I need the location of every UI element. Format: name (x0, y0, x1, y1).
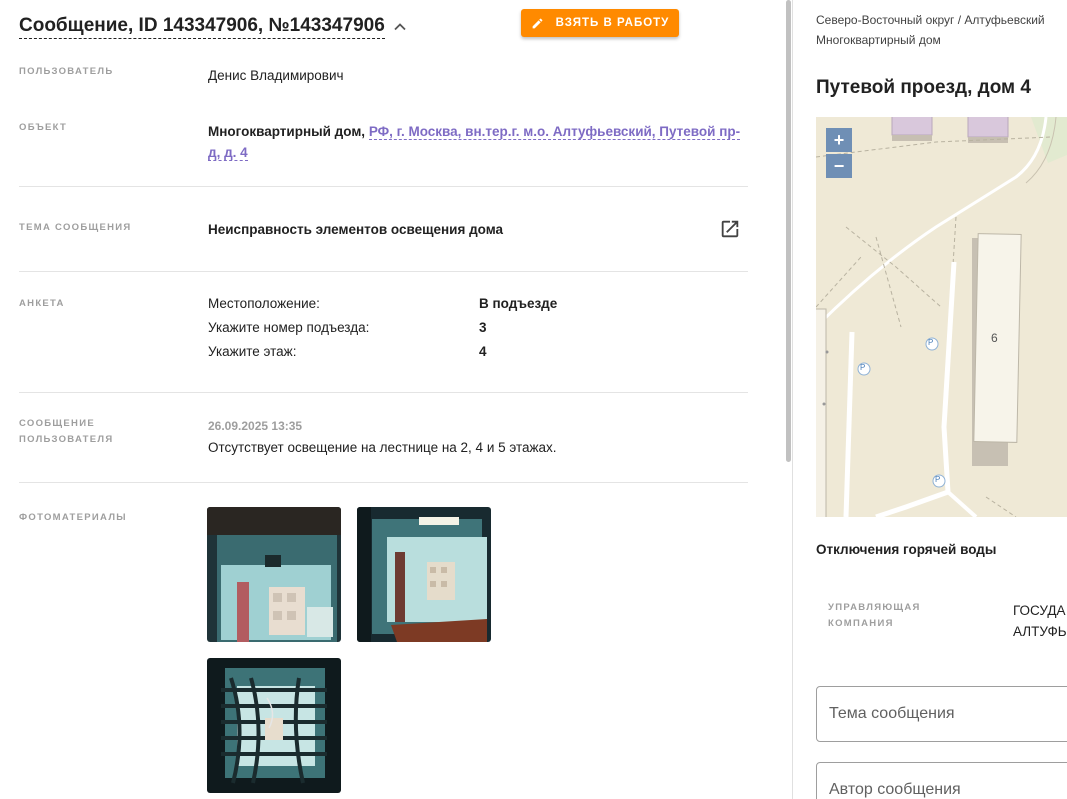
chevron-up-icon[interactable] (393, 20, 407, 34)
survey-question: Укажите этаж: (208, 344, 297, 359)
scrollbar[interactable] (786, 0, 791, 462)
survey-answer: 4 (479, 344, 487, 359)
message-date: 26.09.2025 13:35 (208, 419, 303, 433)
open-external-icon[interactable] (719, 218, 741, 240)
photo-thumbnail[interactable] (357, 507, 491, 642)
message-header: Сообщение, ID 143347906, №143347906 (19, 12, 407, 40)
author-select-placeholder: Автор сообщения (829, 781, 961, 798)
divider (19, 392, 748, 393)
divider (19, 271, 748, 272)
message-details-panel: Сообщение, ID 143347906, №143347906 ВЗЯТ… (0, 0, 792, 799)
management-company-value-line: АЛТУФЬ (1013, 624, 1067, 639)
take-to-work-button[interactable]: ВЗЯТЬ В РАБОТУ (521, 9, 679, 37)
photos-label: ФОТОМАТЕРИАЛЫ (19, 512, 127, 523)
topic-select-placeholder: Тема сообщения (829, 705, 955, 722)
management-company-label-line: УПРАВЛЯЮЩАЯ (828, 602, 921, 613)
parking-icon: P (935, 475, 941, 484)
hot-water-outages-title: Отключения горячей воды (816, 542, 997, 557)
parking-icon: P (860, 363, 866, 372)
take-to-work-label: ВЗЯТЬ В РАБОТУ (555, 17, 670, 29)
survey-question: Укажите номер подъезда: (208, 320, 370, 335)
topic-value: Неисправность элементов освещения дома (208, 222, 504, 237)
object-value: Многоквартирный дом, РФ, г. Москва, вн.т… (208, 121, 743, 163)
object-type: Многоквартирный дом, (208, 124, 366, 139)
management-company-label-line: КОМПАНИЯ (828, 618, 894, 629)
photo-thumbnail[interactable] (207, 507, 341, 642)
author-select-field[interactable]: Автор сообщения (816, 762, 1067, 799)
topic-label: ТЕМА СООБЩЕНИЯ (19, 222, 132, 233)
message-label-line: СООБЩЕНИЕ (19, 418, 95, 429)
divider (19, 482, 748, 483)
topic-select-field[interactable]: Тема сообщения (816, 686, 1067, 742)
message-title[interactable]: Сообщение, ID 143347906, №143347906 (19, 14, 385, 39)
message-text: Отсутствует освещение на лестнице на 2, … (208, 440, 557, 455)
object-label: ОБЪЕКТ (19, 122, 68, 133)
message-label: СООБЩЕНИЕ ПОЛЬЗОВАТЕЛЯ (19, 416, 113, 448)
survey-question: Местоположение: (208, 296, 320, 311)
object-address-title: Путевой проезд, дом 4 (816, 77, 1031, 98)
map-building-number: 6 (991, 331, 998, 345)
map-zoom-out-button[interactable]: − (826, 154, 852, 178)
map-zoom-in-button[interactable]: + (826, 128, 852, 152)
message-label-line: ПОЛЬЗОВАТЕЛЯ (19, 434, 114, 445)
management-company-value: ГОСУДА АЛТУФЬ (1013, 600, 1067, 642)
management-company-value-line: ГОСУДА (1013, 603, 1066, 618)
breadcrumb-district[interactable]: Северо-Восточный округ / Алтуфьевский (816, 10, 1045, 30)
user-value: Денис Владимирович (208, 68, 344, 83)
management-company-label: УПРАВЛЯЮЩАЯ КОМПАНИЯ (828, 600, 921, 632)
survey-answer: 3 (479, 320, 487, 335)
divider (19, 186, 748, 187)
breadcrumb: Северо-Восточный округ / Алтуфьевский Мн… (816, 10, 1045, 50)
survey-answer: В подъезде (479, 296, 558, 311)
map[interactable]: 6 P P P + − (816, 117, 1067, 517)
user-label: ПОЛЬЗОВАТЕЛЬ (19, 66, 114, 77)
object-info-panel: Северо-Восточный округ / Алтуфьевский Мн… (793, 0, 1067, 799)
parking-icon: P (928, 338, 934, 347)
photo-thumbnail[interactable] (207, 658, 341, 793)
pencil-icon (532, 18, 543, 28)
survey-label: АНКЕТА (19, 298, 65, 309)
breadcrumb-object-type[interactable]: Многоквартирный дом (816, 30, 1045, 50)
